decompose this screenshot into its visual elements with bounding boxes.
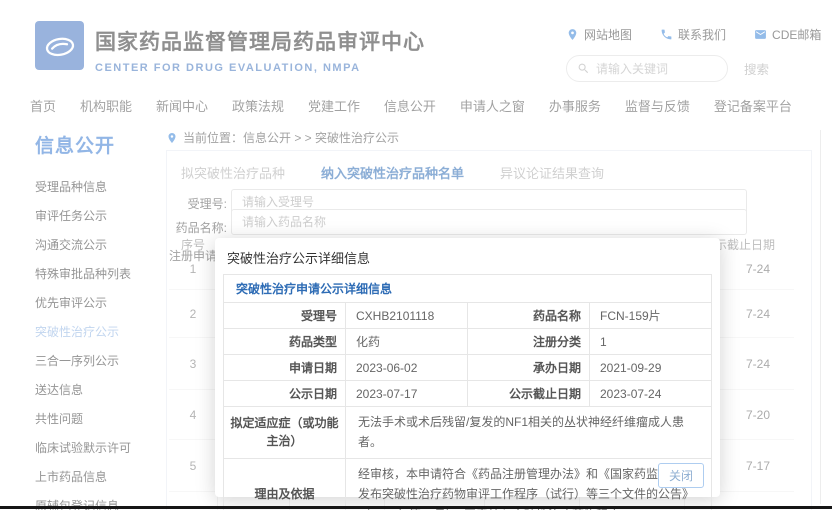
acceptance-number-value: CXHB2101118: [346, 303, 468, 329]
registration-class-value: 1: [590, 329, 712, 355]
field-label: 药品类型: [224, 329, 346, 355]
breakthrough-detail-modal: 突破性治疗公示详细信息 突破性治疗申请公示详细信息 受理号 CXHB210111…: [215, 238, 720, 497]
field-label: 药品名称: [468, 303, 590, 329]
field-label: 公示日期: [224, 381, 346, 407]
publicity-date-value: 2023-07-17: [346, 381, 468, 407]
modal-detail-table: 突破性治疗申请公示详细信息 受理号 CXHB2101118 药品名称 FCN-1…: [223, 274, 712, 510]
indication-label: 拟定适应症（或功能主治）: [224, 407, 346, 459]
modal-footer: 关闭: [658, 463, 704, 488]
indication-value: 无法手术或术后残留/复发的NF1相关的丛状神经纤维瘤成人患者。: [346, 407, 712, 459]
modal-title: 突破性治疗公示详细信息: [215, 238, 720, 274]
scrollbar-track[interactable]: [820, 130, 821, 504]
window-bottom-edge: [0, 506, 832, 509]
application-date-value: 2023-06-02: [346, 355, 468, 381]
close-button[interactable]: 关闭: [658, 463, 704, 488]
publicity-deadline-value: 2023-07-24: [590, 381, 712, 407]
undertake-date-value: 2021-09-29: [590, 355, 712, 381]
field-label: 承办日期: [468, 355, 590, 381]
drug-name-value: FCN-159片: [590, 303, 712, 329]
field-label: 注册分类: [468, 329, 590, 355]
reason-label: 理由及依据: [224, 458, 346, 510]
field-label: 受理号: [224, 303, 346, 329]
drug-type-value: 化药: [346, 329, 468, 355]
page: 国家药品监督管理局药品审评中心 CENTER FOR DRUG EVALUATI…: [0, 0, 832, 510]
field-label: 公示截止日期: [468, 381, 590, 407]
reason-value: 经审核，本申请符合《药品注册管理办法》和《国家药监局关于发布突破性治疗药物审评工…: [346, 458, 712, 510]
field-label: 申请日期: [224, 355, 346, 381]
modal-section-title: 突破性治疗申请公示详细信息: [224, 275, 712, 303]
